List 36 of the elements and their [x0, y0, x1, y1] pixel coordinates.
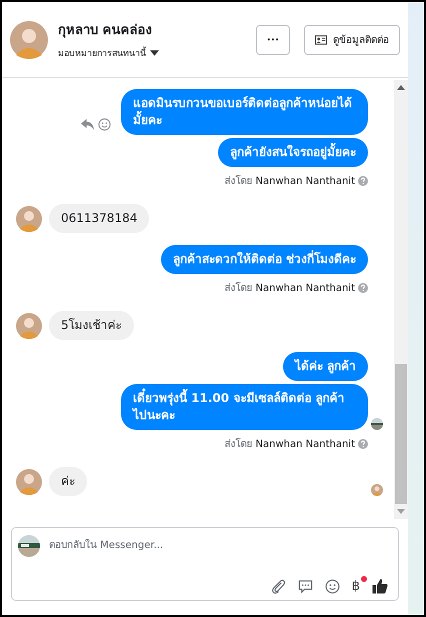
help-icon[interactable] [358, 438, 368, 448]
message-bubble: 5โมงเช้าค่ะ [49, 311, 134, 340]
help-icon[interactable] [358, 282, 368, 292]
attachment-icon[interactable] [270, 578, 286, 594]
scroll-up-icon[interactable] [397, 85, 405, 90]
avatar-icon [16, 469, 42, 495]
message-bubble: เดี๋ยวพรุ่งนี้ 11.00 จะมีเซลล์ติดต่อ ลูกค้าไปนะคะ [121, 384, 368, 430]
assign-conversation-dropdown[interactable]: มอบหมายการสนทนานี้ [58, 46, 246, 60]
scrollbar[interactable] [394, 80, 408, 519]
caret-icon [150, 50, 159, 56]
message-bubble: ลูกค้ายังสนใจรถอยู่มั้ยคะ [218, 138, 368, 167]
avatar-icon [10, 20, 48, 58]
avatar-icon [16, 313, 42, 339]
scrollbar-thumb[interactable] [395, 364, 407, 504]
sent-by-label: ส่งโดย Nanwhan Nanthanit [224, 281, 355, 295]
contact-info-button[interactable]: ดูข้อมูลติดต่อ [304, 24, 400, 54]
message-input[interactable]: ตอบกลับใน Messenger... [49, 538, 392, 554]
smiley-icon[interactable] [98, 118, 111, 131]
sent-by-label: ส่งโดย Nanwhan Nanthanit [224, 174, 355, 188]
chat-icon[interactable] [298, 578, 313, 594]
message-bubble: ได้ค่ะ ลูกค้า [282, 352, 368, 381]
thumbs-up-icon[interactable] [372, 578, 388, 594]
reply-box[interactable]: ตอบกลับใน Messenger... ฿ [11, 527, 399, 601]
message-bubble: แอดมินรบกวนขอเบอร์ติดต่อลูกค้าหน่อยได้มั้ยคะ [121, 89, 368, 135]
payment-button[interactable]: ฿ [352, 578, 360, 594]
reply-icon[interactable] [81, 118, 94, 131]
scroll-down-icon[interactable] [397, 509, 405, 514]
contact-name: กุหลาบ คนคล่อง [58, 22, 153, 40]
help-icon[interactable] [358, 176, 368, 186]
smiley-icon[interactable] [324, 578, 340, 594]
contact-card-icon [315, 34, 327, 44]
message-bubble: 0611378184 [49, 204, 150, 233]
sent-by-label: ส่งโดย Nanwhan Nanthanit [224, 437, 355, 451]
avatar-icon [16, 206, 42, 232]
message-bubble: ค่ะ [49, 467, 87, 496]
message-bubble: ลูกค้าสะดวกให้ติดต่อ ช่วงกี่โมงดีคะ [160, 245, 368, 274]
